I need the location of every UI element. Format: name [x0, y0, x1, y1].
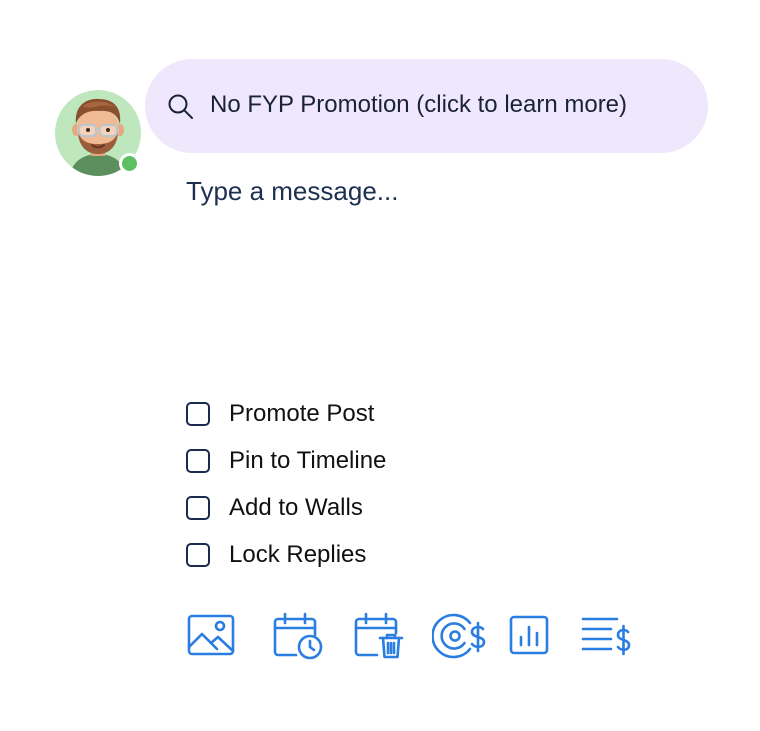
calendar-trash-icon: [354, 612, 404, 659]
price-list-button[interactable]: [580, 611, 634, 661]
search-icon: [168, 94, 193, 119]
post-options: Promote Post Pin to Timeline Add to Wall…: [186, 390, 386, 578]
option-label: Lock Replies: [229, 540, 367, 568]
add-image-button[interactable]: [186, 611, 236, 661]
option-label: Add to Walls: [229, 493, 363, 521]
promo-banner[interactable]: No FYP Promotion (click to learn more): [145, 59, 708, 153]
schedule-post-button[interactable]: [272, 611, 326, 661]
lock-replies-checkbox[interactable]: [186, 542, 210, 567]
option-pin-to-timeline[interactable]: Pin to Timeline: [186, 437, 386, 484]
message-input[interactable]: [186, 176, 706, 326]
post-stats-button[interactable]: [509, 611, 551, 661]
option-label: Pin to Timeline: [229, 446, 387, 474]
option-add-to-walls[interactable]: Add to Walls: [186, 484, 386, 531]
option-promote-post[interactable]: Promote Post: [186, 390, 386, 437]
target-dollar-icon: [432, 613, 486, 659]
image-icon: [187, 614, 235, 656]
option-label: Promote Post: [229, 399, 375, 427]
pin-to-timeline-checkbox[interactable]: [186, 448, 210, 473]
calendar-clock-icon: [273, 612, 323, 660]
promotion-target-button[interactable]: [432, 611, 488, 661]
online-status-dot: [119, 153, 140, 174]
bar-chart-icon: [509, 615, 549, 655]
user-avatar[interactable]: [55, 90, 141, 176]
promote-post-checkbox[interactable]: [186, 401, 210, 426]
option-lock-replies[interactable]: Lock Replies: [186, 531, 386, 578]
add-to-walls-checkbox[interactable]: [186, 495, 210, 520]
promo-banner-text: No FYP Promotion (click to learn more): [210, 91, 628, 118]
scheduled-delete-button[interactable]: [353, 611, 405, 661]
list-dollar-icon: [581, 617, 631, 656]
